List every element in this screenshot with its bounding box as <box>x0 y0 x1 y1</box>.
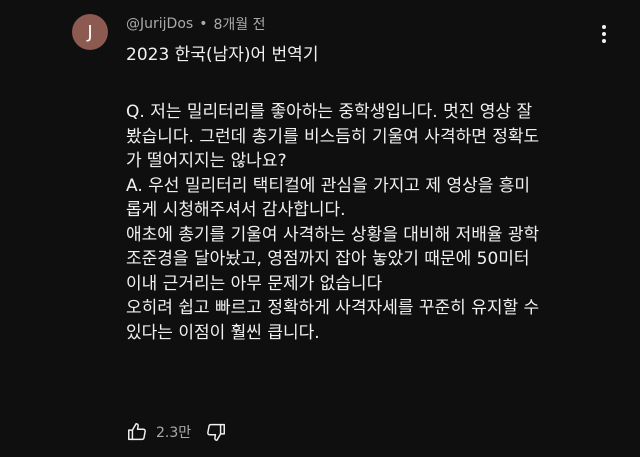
comment-line: 가 떨어지지는 않나요? <box>126 151 287 171</box>
comment-line: 롭게 시청해주셔서 감사합니다. <box>126 200 346 220</box>
comment-line: 애초에 총기를 기울여 사격하는 상황을 대비해 저배율 광학 <box>126 224 540 245</box>
avatar[interactable]: J <box>72 14 108 50</box>
comment-line: 봤습니다. 그런데 총기를 비스듬히 기울여 사격하면 정확도 <box>126 126 540 147</box>
avatar-letter: J <box>87 21 93 43</box>
thumbs-up-icon <box>128 423 146 441</box>
comment-line: 이내 근거리는 아무 문제가 없습니다 <box>126 273 383 294</box>
more-actions-button[interactable] <box>590 20 618 48</box>
separator-dot: • <box>199 16 208 32</box>
author-name[interactable]: @JurijDos <box>126 16 193 32</box>
like-button[interactable] <box>126 421 148 443</box>
comment-header: @JurijDos • 8개월 전 <box>126 14 265 34</box>
dislike-button[interactable] <box>205 421 227 443</box>
comment-line: A. 우선 밀리터리 택티컬에 관심을 가지고 제 영상을 흥미 <box>126 175 531 196</box>
like-count: 2.3만 <box>156 425 192 441</box>
comment-actions: 2.3만 <box>126 418 227 446</box>
thumbs-down-icon <box>207 423 226 441</box>
timestamp[interactable]: 8개월 전 <box>213 14 265 34</box>
comment-line: 조준경을 달아놨고, 영점까지 잡아 놓았기 때문에 50미터 <box>126 249 530 269</box>
comment-title: 2023 한국(남자)어 번역기 <box>126 45 319 65</box>
comment-line: 오히려 쉽고 빠르고 정확하게 사격자세를 꾸준히 유지할 수 <box>126 298 540 318</box>
more-vertical-icon <box>602 25 606 43</box>
comment-line: Q. 저는 밀리터리를 좋아하는 중학생입니다. 멋진 영상 잘 <box>126 102 533 122</box>
comment-thread: J @JurijDos • 8개월 전 2023 한국(남자)어 번역기 Q. … <box>0 0 640 457</box>
comment-line: 있다는 이점이 훨씬 큽니다. <box>126 322 320 343</box>
comment-body: Q. 저는 밀리터리를 좋아하는 중학생입니다. 멋진 영상 잘 봤습니다. 그… <box>126 100 616 345</box>
